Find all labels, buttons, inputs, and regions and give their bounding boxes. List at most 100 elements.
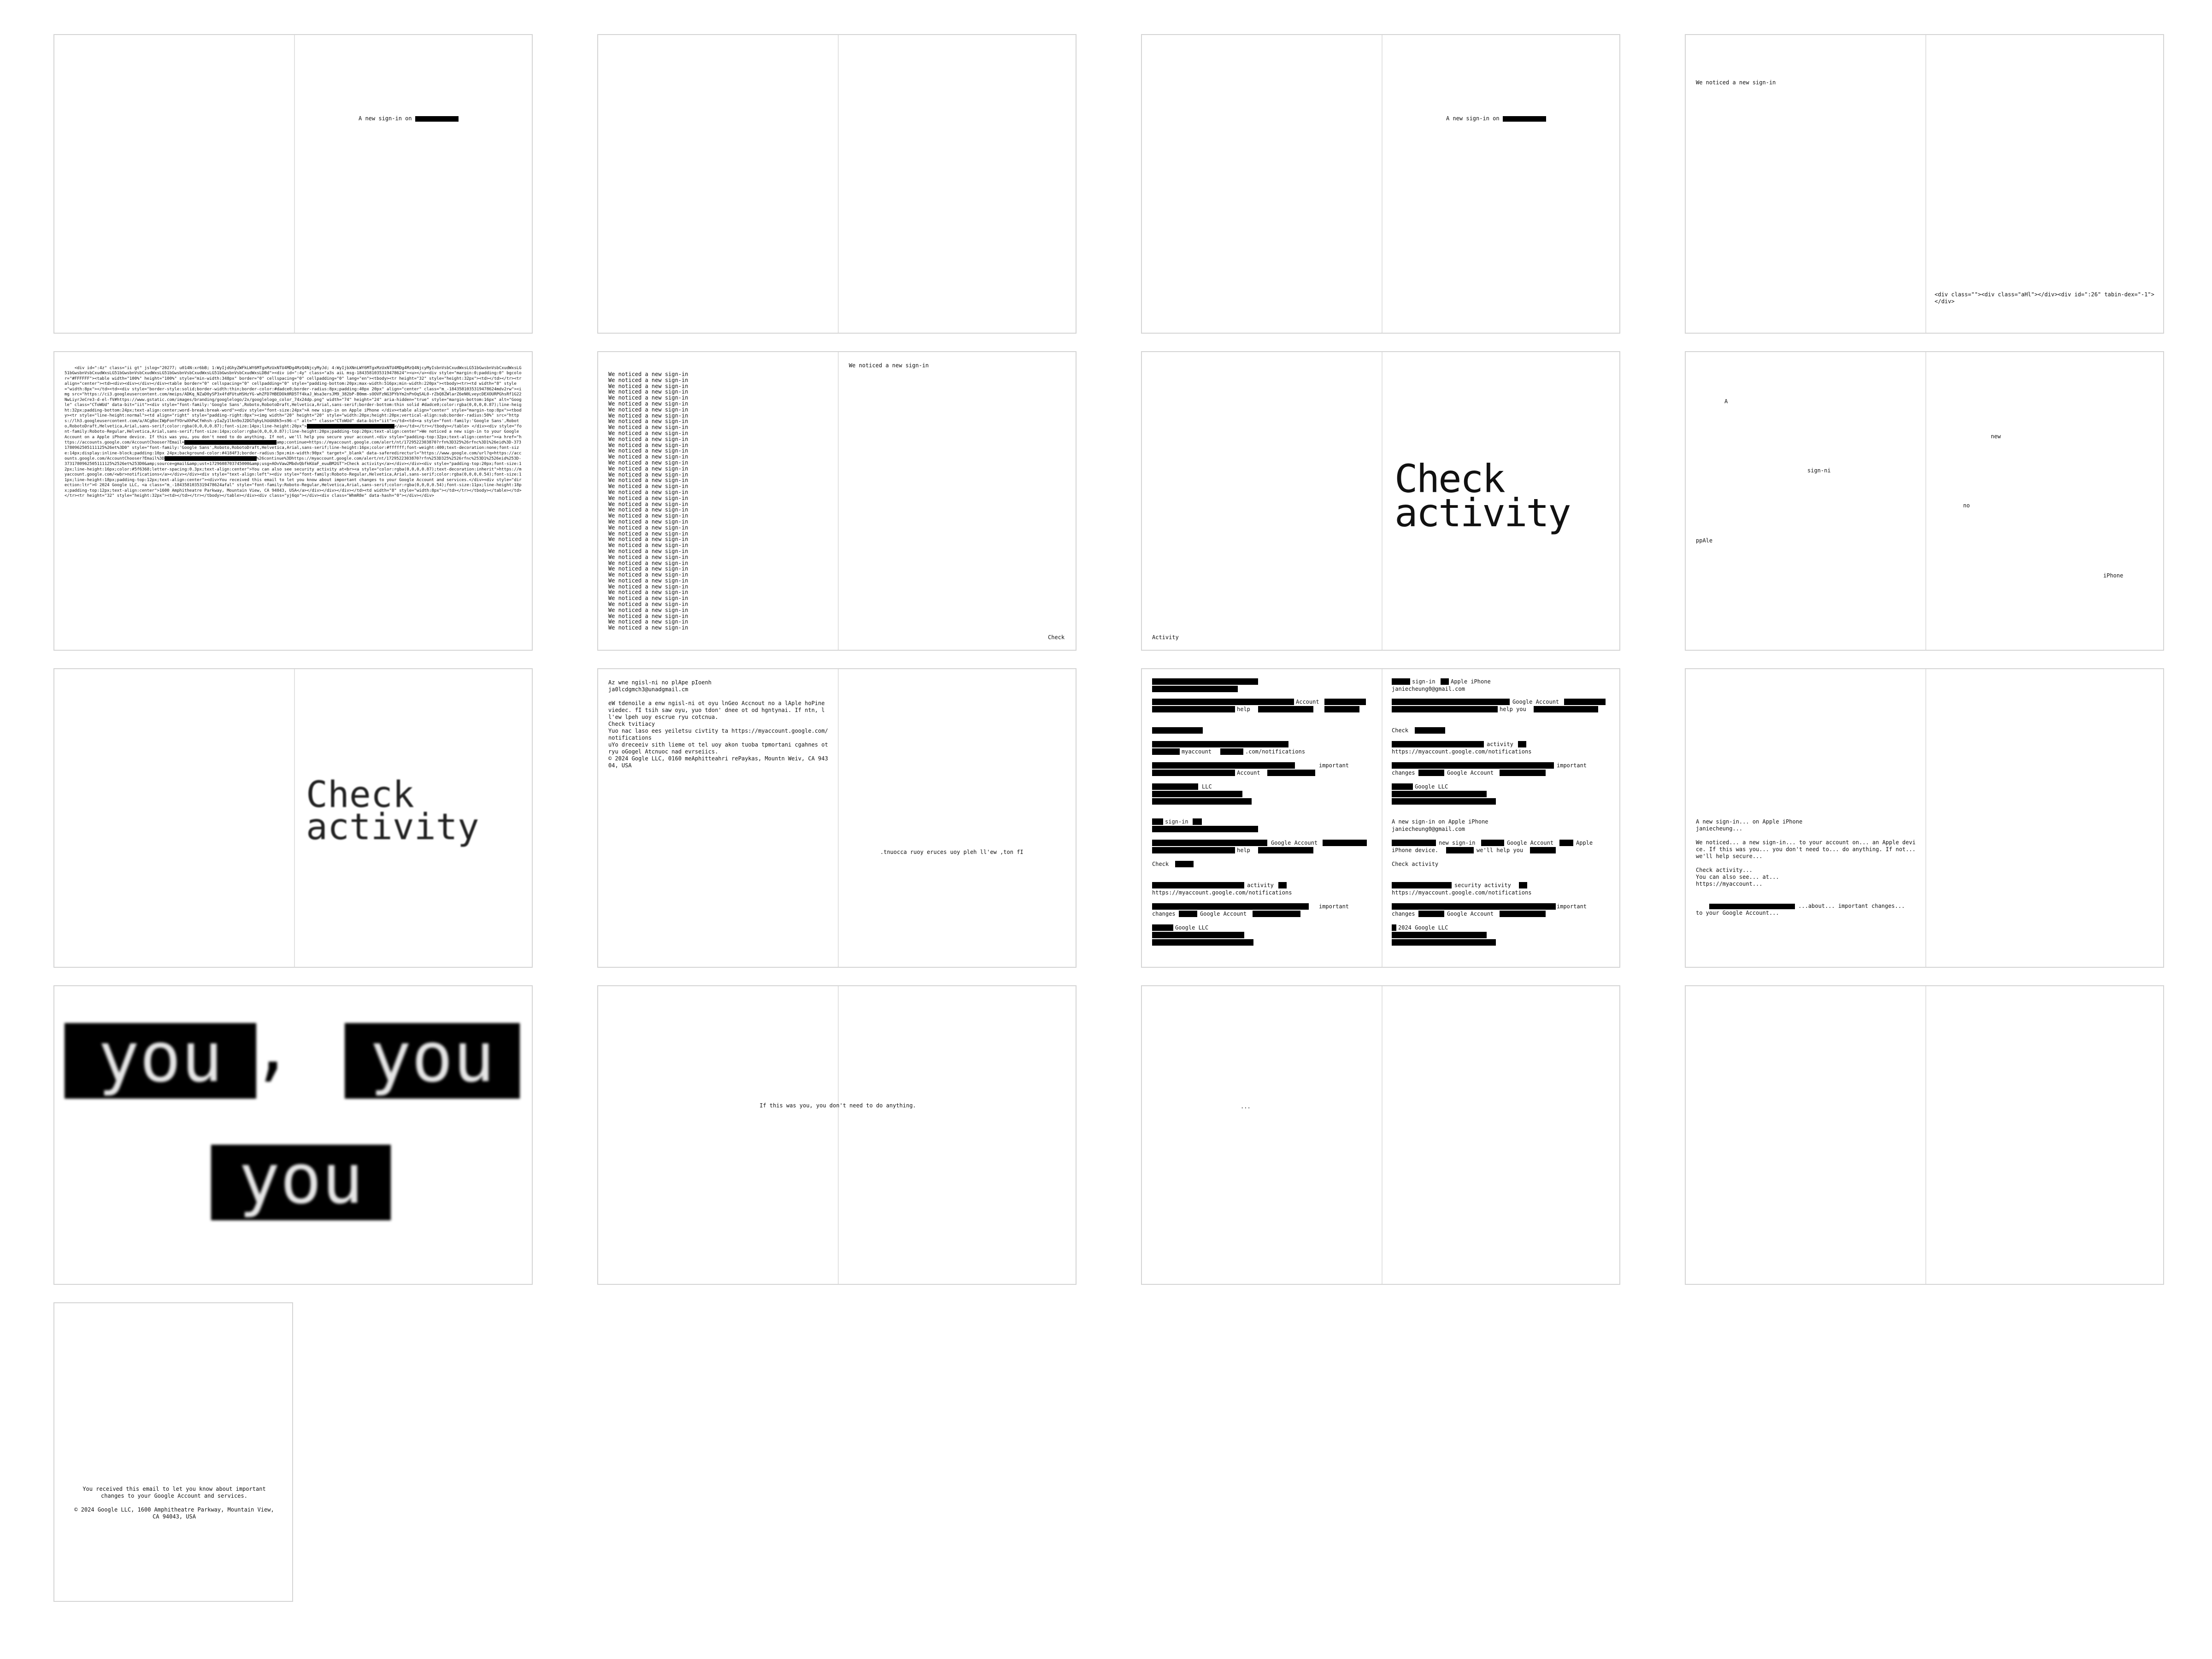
ellipsis-text: ... — [1241, 1103, 1251, 1110]
redaction-bar — [1179, 911, 1197, 917]
word-important: important — [1557, 762, 1587, 769]
word-notifications: .com/notifications — [1245, 748, 1306, 755]
footer-notice: You received this email to let you know … — [74, 1486, 274, 1520]
repeated-notice-line: We noticed a new sign-in — [608, 435, 688, 442]
redaction-bar — [1481, 840, 1504, 846]
spread-10: Az wne ngisl-ni no plApe pIoenh ja0lcdgm… — [597, 668, 1077, 968]
scattered-word: A — [1724, 398, 1728, 405]
redaction-bar — [1392, 939, 1496, 946]
spread-8: A new sign-ni no ppAle iPhone — [1685, 351, 2164, 651]
page-fold — [1925, 986, 1926, 1284]
word-help: help — [1237, 847, 1250, 853]
redaction-bar — [1559, 840, 1573, 846]
redaction-bar — [1392, 932, 1487, 938]
check-activity-large: Check activity — [1394, 456, 1571, 535]
scattered-word: new — [1991, 433, 2001, 440]
word-google-account: Google Account — [1200, 911, 1247, 917]
spread-1: A new sign-in on — [53, 34, 533, 334]
redaction-bar — [1152, 932, 1244, 938]
spread-5: <div id=":4z" class="ii gt" jslog="20277… — [53, 351, 533, 651]
word-help-you: we'll help you — [1477, 847, 1524, 853]
redaction-bar — [1152, 706, 1235, 712]
redaction-bar — [1152, 882, 1244, 888]
redaction-bar — [1530, 847, 1556, 853]
redaction-bar — [1152, 699, 1294, 705]
page-17: You received this email to let you know … — [53, 1302, 293, 1602]
redaction-bar — [1152, 939, 1253, 946]
redaction-bar — [1564, 699, 1606, 705]
redaction-bar — [1502, 116, 1546, 122]
redaction-bar — [1175, 861, 1194, 867]
activity-label: Activity — [1152, 634, 1179, 641]
word-iphone-device: iPhone device. — [1392, 847, 1439, 853]
redaction-bar — [1258, 847, 1313, 853]
redaction-bar — [1518, 741, 1526, 747]
redaction-bar — [1324, 706, 1359, 712]
check-activity-label: Check activity — [1392, 861, 1439, 867]
spread-2 — [597, 34, 1077, 334]
page-fold — [838, 352, 839, 650]
word-account: Account — [1237, 770, 1260, 776]
page-fold — [1925, 352, 1926, 650]
word-llc: LLC — [1202, 783, 1212, 790]
spread-11: Account help myaccount .com/notification… — [1141, 668, 1620, 968]
spread-6: We noticed a new sign-in We noticed a ne… — [597, 351, 1077, 651]
spread-13: you , you you — [53, 985, 533, 1285]
word-google-account: Google Account — [1507, 840, 1554, 846]
redaction-bar — [1519, 882, 1527, 888]
page-fold — [838, 35, 839, 333]
repeated-notice-line: We noticed a new sign-in — [608, 601, 688, 608]
repeated-notice-line: We noticed a new sign-in — [608, 542, 688, 549]
redaction-bar — [1500, 770, 1546, 776]
notifications-url: https://myaccount.google.com/notificatio… — [1152, 889, 1292, 896]
reversed-text: .tnuocca ruoy eruces uoy pleh ll'ew ,ton… — [880, 849, 1024, 855]
redaction-bar — [1152, 847, 1235, 853]
scattered-word: iPhone — [2103, 572, 2124, 579]
scrambled-email-text: Az wne ngisl-ni no plApe pIoenh ja0lcdgm… — [608, 679, 828, 769]
redaction-bar — [1534, 706, 1598, 712]
redaction-bar — [1152, 783, 1198, 790]
redaction-bar — [1267, 770, 1315, 776]
word-important: important — [1319, 762, 1349, 769]
redaction-bar — [1253, 911, 1300, 917]
repeated-notice-list: We noticed a new sign-in We noticed a new… — [608, 371, 688, 631]
redaction-bar — [1258, 706, 1313, 712]
fragmented-email-tail: ...about... important changes... to your… — [1696, 903, 1905, 916]
page-fold — [838, 669, 839, 967]
repeated-notice-line: We noticed a new sign-in — [608, 429, 688, 436]
redaction-bar — [1418, 770, 1444, 776]
scattered-word: sign-ni — [1807, 467, 1831, 474]
spread-4: We noticed a new sign-in <div class=""><… — [1685, 34, 2164, 334]
word-signin: sign-in — [1412, 678, 1435, 685]
you-word-box: you — [345, 1023, 520, 1099]
redaction-bar — [1415, 727, 1445, 734]
notice-heading: We noticed a new sign-in — [849, 362, 929, 369]
repeated-notice-line: We noticed a new sign-in — [608, 624, 688, 631]
repeated-notice-line: We noticed a new sign-in — [608, 553, 688, 560]
repeated-notice-line: We noticed a new sign-in — [608, 494, 688, 501]
word-new-signin: new sign-in — [1439, 840, 1476, 846]
spread-9: Check activity — [53, 668, 533, 968]
repeated-notice-line: We noticed a new sign-in — [608, 400, 688, 407]
redaction-bar — [1392, 678, 1410, 685]
word-apple: Apple — [1576, 840, 1593, 846]
repeated-notice-line: We noticed a new sign-in — [608, 606, 688, 613]
spread-7: Check activity Activity — [1141, 351, 1620, 651]
spread-14: If this was you, you don't need to do an… — [597, 985, 1077, 1285]
comma-glyph: , — [252, 1008, 294, 1088]
page-fold — [1925, 35, 1926, 333]
redaction-bar — [1193, 818, 1202, 825]
page-fold — [1925, 669, 1926, 967]
redaction-bar — [1392, 783, 1413, 790]
word-google-llc: 2024 Google LLC — [1398, 924, 1448, 931]
html-source-block: <div id=":4z" class="ii gt" jslog="20277… — [65, 365, 524, 499]
word-check: Check — [1152, 861, 1169, 867]
redaction-bar — [1392, 706, 1498, 712]
redaction-bar — [1446, 847, 1474, 853]
word-account: Account — [1296, 699, 1319, 705]
spread-15: ... — [1141, 985, 1620, 1285]
word-help: help — [1237, 706, 1250, 712]
word-apple-iphone: Apple iPhone — [1451, 678, 1491, 685]
page-fold — [838, 986, 839, 1284]
word-google-account: Google Account — [1512, 699, 1559, 705]
